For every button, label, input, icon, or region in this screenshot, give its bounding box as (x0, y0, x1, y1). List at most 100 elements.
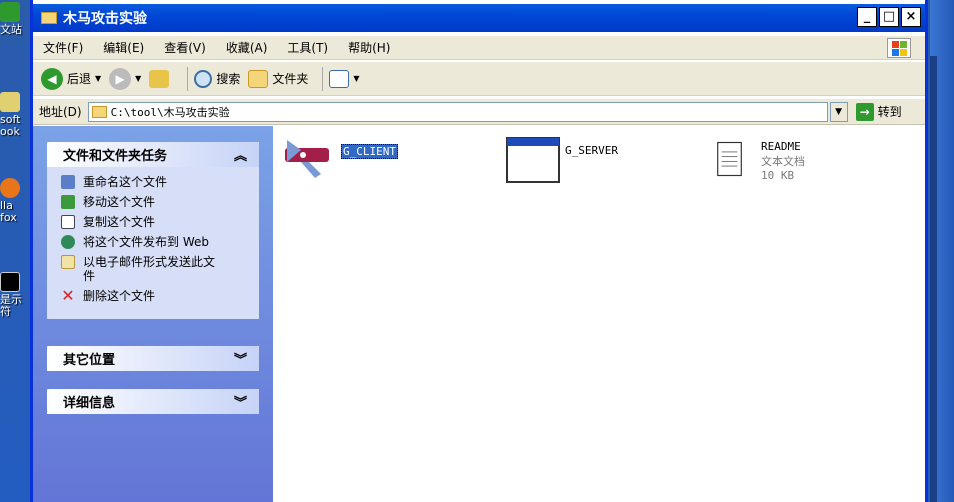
file-name: G_CLIENT (341, 144, 398, 159)
minimize-button[interactable]: _ (857, 7, 877, 27)
file-name: G_SERVER (565, 144, 618, 157)
task-delete[interactable]: ✕ 删除这个文件 (61, 286, 249, 305)
back-label: 后退 (67, 72, 92, 86)
search-label: 搜索 (216, 72, 241, 86)
recycle-icon (0, 2, 20, 22)
file-tasks-panel: 文件和文件夹任务 ︽ 重命名这个文件 移动这个文件 复制这个文件 将这个文件发布… (47, 142, 259, 319)
file-item-g-client[interactable]: G_CLIENT (281, 134, 398, 184)
go-button[interactable]: → 转到 (855, 102, 902, 121)
task-label: 将这个文件发布到 Web (83, 235, 209, 249)
address-label: 地址(D) (39, 105, 82, 119)
up-folder-icon (149, 69, 170, 88)
other-places-panel: 其它位置 ︾ (47, 346, 259, 371)
outlook-icon (0, 92, 20, 112)
task-move[interactable]: 移动这个文件 (61, 195, 249, 209)
up-folder-button[interactable] (149, 69, 173, 88)
other-places-title: 其它位置 (63, 353, 116, 368)
task-email[interactable]: 以电子邮件形式发送此文件 (61, 255, 249, 283)
menu-file[interactable]: 文件(F) (43, 39, 83, 56)
desktop-icon-label: 文站 (0, 23, 22, 36)
toolbar-separator (322, 66, 324, 91)
views-icon (329, 69, 350, 88)
search-icon (194, 69, 213, 88)
web-publish-icon (61, 235, 75, 249)
task-label: 删除这个文件 (83, 289, 156, 303)
file-list: G_CLIENT G_SERVER README 文本文档 10 KB (273, 126, 925, 502)
menu-bar: 文件(F) 编辑(E) 查看(V) 收藏(A) 工具(T) 帮助(H) (33, 36, 925, 60)
desktop-icon-2[interactable]: soft ook (0, 92, 32, 138)
go-arrow-icon: → (855, 102, 874, 121)
standard-toolbar: ◀ 后退 ▼ ▶ ▼ 搜索 文件夹 ▼ (33, 62, 925, 96)
file-name: README (761, 140, 801, 153)
window-title: 木马攻击实验 (63, 11, 147, 27)
desktop-icon-1[interactable]: 文站 (0, 2, 32, 36)
folders-button[interactable]: 文件夹 (248, 69, 309, 88)
command-prompt-icon (0, 272, 20, 292)
address-dropdown-button[interactable]: ▼ (829, 101, 848, 122)
trojan-client-icon (285, 140, 329, 178)
details-header[interactable]: 详细信息 ︾ (47, 389, 259, 414)
chevron-down-icon: ︾ (233, 353, 247, 368)
maximize-button[interactable]: □ (879, 7, 899, 27)
folder-icon (91, 105, 107, 118)
back-arrow-icon: ◀ (41, 67, 63, 90)
title-bar[interactable]: 木马攻击实验 _ □ × (33, 4, 925, 32)
desktop-icon-3[interactable]: lla fox (0, 178, 32, 224)
menu-tools[interactable]: 工具(T) (287, 39, 328, 56)
task-pane: 文件和文件夹任务 ︽ 重命名这个文件 移动这个文件 复制这个文件 将这个文件发布… (33, 126, 273, 502)
menu-view[interactable]: 查看(V) (164, 39, 206, 56)
firefox-icon (0, 178, 20, 198)
task-copy[interactable]: 复制这个文件 (61, 215, 249, 229)
background-scrollbar (930, 56, 937, 502)
go-label: 转到 (877, 105, 902, 119)
address-input[interactable]: C:\tool\木马攻击实验 (87, 101, 828, 122)
rename-icon (61, 175, 75, 189)
chevron-down-icon: ︾ (233, 396, 247, 411)
text-document-icon (717, 141, 742, 177)
chevron-up-icon: ︽ (233, 149, 247, 164)
details-panel: 详细信息 ︾ (47, 389, 259, 414)
move-icon (61, 195, 75, 209)
file-tasks-header[interactable]: 文件和文件夹任务 ︽ (47, 142, 259, 167)
views-button[interactable]: ▼ (329, 69, 360, 88)
explorer-window: 木马攻击实验 _ □ × 文件(F) 编辑(E) 查看(V) 收藏(A) 工具(… (30, 0, 928, 502)
task-rename[interactable]: 重命名这个文件 (61, 175, 249, 189)
desktop-icon-4[interactable]: 是示符 (0, 272, 32, 318)
details-title: 详细信息 (63, 396, 116, 411)
desktop-icon-label: lla fox (0, 199, 17, 224)
task-publish-web[interactable]: 将这个文件发布到 Web (61, 235, 249, 249)
folders-icon (248, 69, 269, 88)
chevron-down-icon: ▼ (95, 74, 102, 83)
folder-icon (41, 12, 57, 24)
desktop-icon-label: soft ook (0, 113, 21, 138)
toolbar-separator (187, 66, 189, 91)
forward-arrow-icon: ▶ (109, 67, 132, 90)
file-item-readme[interactable]: README 文本文档 10 KB (713, 134, 805, 184)
search-button[interactable]: 搜索 (194, 69, 241, 88)
file-item-g-server[interactable]: G_SERVER (505, 134, 618, 184)
menu-help[interactable]: 帮助(H) (348, 39, 390, 56)
delete-icon: ✕ (61, 286, 75, 305)
task-label: 复制这个文件 (83, 215, 156, 229)
menu-edit[interactable]: 编辑(E) (103, 39, 144, 56)
chevron-down-icon: ▼ (135, 74, 142, 83)
address-value: C:\tool\木马攻击实验 (110, 105, 230, 119)
copy-icon (61, 215, 75, 229)
menu-favorites[interactable]: 收藏(A) (226, 39, 268, 56)
background-window-edge (930, 0, 954, 502)
address-bar: 地址(D) C:\tool\木马攻击实验 ▼ → 转到 (33, 99, 925, 125)
back-button[interactable]: ◀ 后退 ▼ (41, 67, 102, 90)
task-label: 移动这个文件 (83, 195, 156, 209)
other-places-header[interactable]: 其它位置 ︾ (47, 346, 259, 371)
task-label: 重命名这个文件 (83, 175, 168, 189)
windows-logo-icon (887, 38, 911, 58)
file-tasks-title: 文件和文件夹任务 (63, 149, 168, 164)
close-button[interactable]: × (901, 7, 921, 27)
task-label: 以电子邮件形式发送此文件 (83, 255, 216, 283)
file-type: 文本文档 (761, 155, 805, 168)
desktop-icon-label: 是示符 (0, 293, 22, 318)
chevron-down-icon: ▼ (353, 74, 360, 83)
forward-button[interactable]: ▶ ▼ (109, 67, 142, 90)
folders-label: 文件夹 (272, 72, 309, 86)
email-icon (61, 255, 75, 269)
